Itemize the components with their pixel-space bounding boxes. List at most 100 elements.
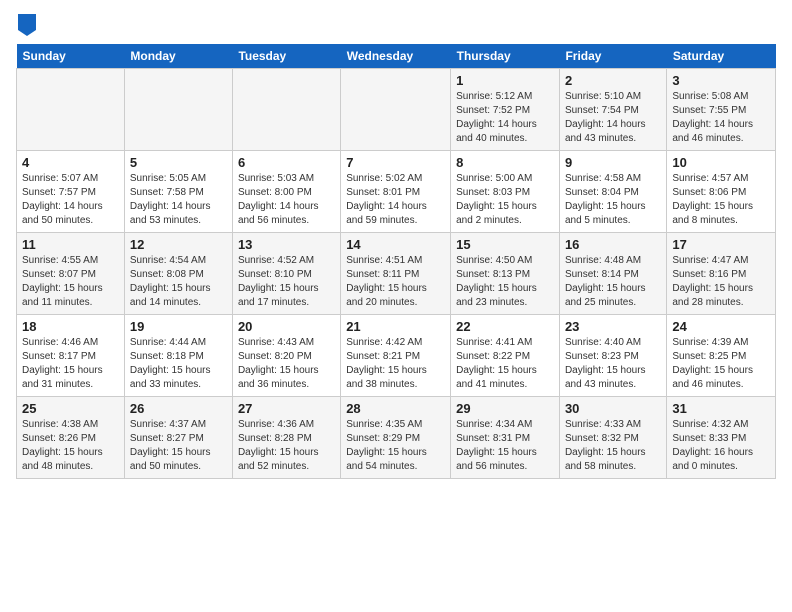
day-info: Sunrise: 5:05 AM Sunset: 7:58 PM Dayligh… <box>130 172 227 228</box>
logo <box>16 16 36 36</box>
day-info: Sunrise: 5:00 AM Sunset: 8:03 PM Dayligh… <box>456 172 554 228</box>
page-header <box>16 16 776 36</box>
calendar-cell: 7 Sunrise: 5:02 AM Sunset: 8:01 PM Daylig… <box>341 151 451 233</box>
day-number: 16 <box>565 237 661 252</box>
day-number: 5 <box>130 155 227 170</box>
day-info: Sunrise: 4:33 AM Sunset: 8:32 PM Dayligh… <box>565 418 661 474</box>
day-number: 4 <box>22 155 119 170</box>
calendar-cell: 17 Sunrise: 4:47 AM Sunset: 8:16 PM Dayli… <box>667 233 776 315</box>
calendar-cell: 3 Sunrise: 5:08 AM Sunset: 7:55 PM Daylig… <box>667 69 776 151</box>
calendar-cell: 6 Sunrise: 5:03 AM Sunset: 8:00 PM Daylig… <box>232 151 340 233</box>
day-number: 25 <box>22 401 119 416</box>
weekday-header-tuesday: Tuesday <box>232 44 340 69</box>
calendar-cell: 5 Sunrise: 5:05 AM Sunset: 7:58 PM Daylig… <box>124 151 232 233</box>
calendar-cell: 18 Sunrise: 4:46 AM Sunset: 8:17 PM Dayli… <box>17 315 125 397</box>
calendar-cell: 25 Sunrise: 4:38 AM Sunset: 8:26 PM Dayli… <box>17 397 125 479</box>
day-number: 14 <box>346 237 445 252</box>
day-number: 27 <box>238 401 335 416</box>
weekday-header-saturday: Saturday <box>667 44 776 69</box>
day-number: 20 <box>238 319 335 334</box>
calendar-cell: 27 Sunrise: 4:36 AM Sunset: 8:28 PM Dayli… <box>232 397 340 479</box>
calendar-cell: 4 Sunrise: 5:07 AM Sunset: 7:57 PM Daylig… <box>17 151 125 233</box>
day-number: 19 <box>130 319 227 334</box>
calendar-table: SundayMondayTuesdayWednesdayThursdayFrid… <box>16 44 776 479</box>
day-info: Sunrise: 5:07 AM Sunset: 7:57 PM Dayligh… <box>22 172 119 228</box>
calendar-week-5: 25 Sunrise: 4:38 AM Sunset: 8:26 PM Dayli… <box>17 397 776 479</box>
calendar-cell: 20Sunrise: 4:43 AM Sunset: 8:20 PM Dayli… <box>232 315 340 397</box>
day-info: Sunrise: 5:02 AM Sunset: 8:01 PM Dayligh… <box>346 172 445 228</box>
calendar-cell: 12 Sunrise: 4:54 AM Sunset: 8:08 PM Dayli… <box>124 233 232 315</box>
day-number: 17 <box>672 237 770 252</box>
day-number: 18 <box>22 319 119 334</box>
weekday-header-sunday: Sunday <box>17 44 125 69</box>
day-number: 26 <box>130 401 227 416</box>
day-info: Sunrise: 4:42 AM Sunset: 8:21 PM Dayligh… <box>346 336 445 392</box>
day-info: Sunrise: 4:40 AM Sunset: 8:23 PM Dayligh… <box>565 336 661 392</box>
day-info: Sunrise: 4:32 AM Sunset: 8:33 PM Dayligh… <box>672 418 770 474</box>
day-number: 10 <box>672 155 770 170</box>
day-info: Sunrise: 4:39 AM Sunset: 8:25 PM Dayligh… <box>672 336 770 392</box>
weekday-header-friday: Friday <box>559 44 666 69</box>
day-number: 30 <box>565 401 661 416</box>
day-number: 22 <box>456 319 554 334</box>
day-info: Sunrise: 4:37 AM Sunset: 8:27 PM Dayligh… <box>130 418 227 474</box>
weekday-header-monday: Monday <box>124 44 232 69</box>
calendar-cell <box>124 69 232 151</box>
day-info: Sunrise: 5:08 AM Sunset: 7:55 PM Dayligh… <box>672 90 770 146</box>
calendar-week-1: 1Sunrise: 5:12 AM Sunset: 7:52 PM Daylig… <box>17 69 776 151</box>
calendar-cell: 28 Sunrise: 4:35 AM Sunset: 8:29 PM Dayli… <box>341 397 451 479</box>
day-info: Sunrise: 4:34 AM Sunset: 8:31 PM Dayligh… <box>456 418 554 474</box>
day-info: Sunrise: 4:47 AM Sunset: 8:16 PM Dayligh… <box>672 254 770 310</box>
day-number: 21 <box>346 319 445 334</box>
weekday-header-thursday: Thursday <box>451 44 560 69</box>
day-number: 12 <box>130 237 227 252</box>
calendar-cell: 30 Sunrise: 4:33 AM Sunset: 8:32 PM Dayli… <box>559 397 666 479</box>
day-info: Sunrise: 4:50 AM Sunset: 8:13 PM Dayligh… <box>456 254 554 310</box>
day-info: Sunrise: 4:52 AM Sunset: 8:10 PM Dayligh… <box>238 254 335 310</box>
day-info: Sunrise: 4:35 AM Sunset: 8:29 PM Dayligh… <box>346 418 445 474</box>
calendar-body: 1Sunrise: 5:12 AM Sunset: 7:52 PM Daylig… <box>17 69 776 479</box>
calendar-cell: 26 Sunrise: 4:37 AM Sunset: 8:27 PM Dayli… <box>124 397 232 479</box>
calendar-week-2: 4 Sunrise: 5:07 AM Sunset: 7:57 PM Daylig… <box>17 151 776 233</box>
calendar-cell: 15Sunrise: 4:50 AM Sunset: 8:13 PM Dayli… <box>451 233 560 315</box>
day-info: Sunrise: 4:54 AM Sunset: 8:08 PM Dayligh… <box>130 254 227 310</box>
day-number: 31 <box>672 401 770 416</box>
day-info: Sunrise: 4:36 AM Sunset: 8:28 PM Dayligh… <box>238 418 335 474</box>
weekday-header-wednesday: Wednesday <box>341 44 451 69</box>
day-number: 29 <box>456 401 554 416</box>
calendar-cell <box>17 69 125 151</box>
day-info: Sunrise: 4:44 AM Sunset: 8:18 PM Dayligh… <box>130 336 227 392</box>
calendar-week-4: 18 Sunrise: 4:46 AM Sunset: 8:17 PM Dayli… <box>17 315 776 397</box>
calendar-cell: 29 Sunrise: 4:34 AM Sunset: 8:31 PM Dayli… <box>451 397 560 479</box>
day-info: Sunrise: 4:48 AM Sunset: 8:14 PM Dayligh… <box>565 254 661 310</box>
day-info: Sunrise: 4:41 AM Sunset: 8:22 PM Dayligh… <box>456 336 554 392</box>
day-number: 11 <box>22 237 119 252</box>
calendar-cell: 1Sunrise: 5:12 AM Sunset: 7:52 PM Daylig… <box>451 69 560 151</box>
calendar-header: SundayMondayTuesdayWednesdayThursdayFrid… <box>17 44 776 69</box>
day-number: 23 <box>565 319 661 334</box>
calendar-cell <box>341 69 451 151</box>
logo-icon <box>18 14 36 36</box>
calendar-cell: 21 Sunrise: 4:42 AM Sunset: 8:21 PM Dayli… <box>341 315 451 397</box>
day-info: Sunrise: 4:46 AM Sunset: 8:17 PM Dayligh… <box>22 336 119 392</box>
calendar-cell: 24 Sunrise: 4:39 AM Sunset: 8:25 PM Dayli… <box>667 315 776 397</box>
day-number: 3 <box>672 73 770 88</box>
calendar-cell: 19 Sunrise: 4:44 AM Sunset: 8:18 PM Dayli… <box>124 315 232 397</box>
day-number: 8 <box>456 155 554 170</box>
day-number: 9 <box>565 155 661 170</box>
day-info: Sunrise: 4:38 AM Sunset: 8:26 PM Dayligh… <box>22 418 119 474</box>
calendar-cell: 2Sunrise: 5:10 AM Sunset: 7:54 PM Daylig… <box>559 69 666 151</box>
calendar-cell: 31 Sunrise: 4:32 AM Sunset: 8:33 PM Dayli… <box>667 397 776 479</box>
day-info: Sunrise: 5:03 AM Sunset: 8:00 PM Dayligh… <box>238 172 335 228</box>
day-info: Sunrise: 4:57 AM Sunset: 8:06 PM Dayligh… <box>672 172 770 228</box>
calendar-cell: 22 Sunrise: 4:41 AM Sunset: 8:22 PM Dayli… <box>451 315 560 397</box>
day-number: 24 <box>672 319 770 334</box>
day-info: Sunrise: 4:51 AM Sunset: 8:11 PM Dayligh… <box>346 254 445 310</box>
day-number: 28 <box>346 401 445 416</box>
day-number: 6 <box>238 155 335 170</box>
calendar-cell <box>232 69 340 151</box>
weekday-row: SundayMondayTuesdayWednesdayThursdayFrid… <box>17 44 776 69</box>
day-number: 7 <box>346 155 445 170</box>
day-number: 1 <box>456 73 554 88</box>
day-number: 2 <box>565 73 661 88</box>
